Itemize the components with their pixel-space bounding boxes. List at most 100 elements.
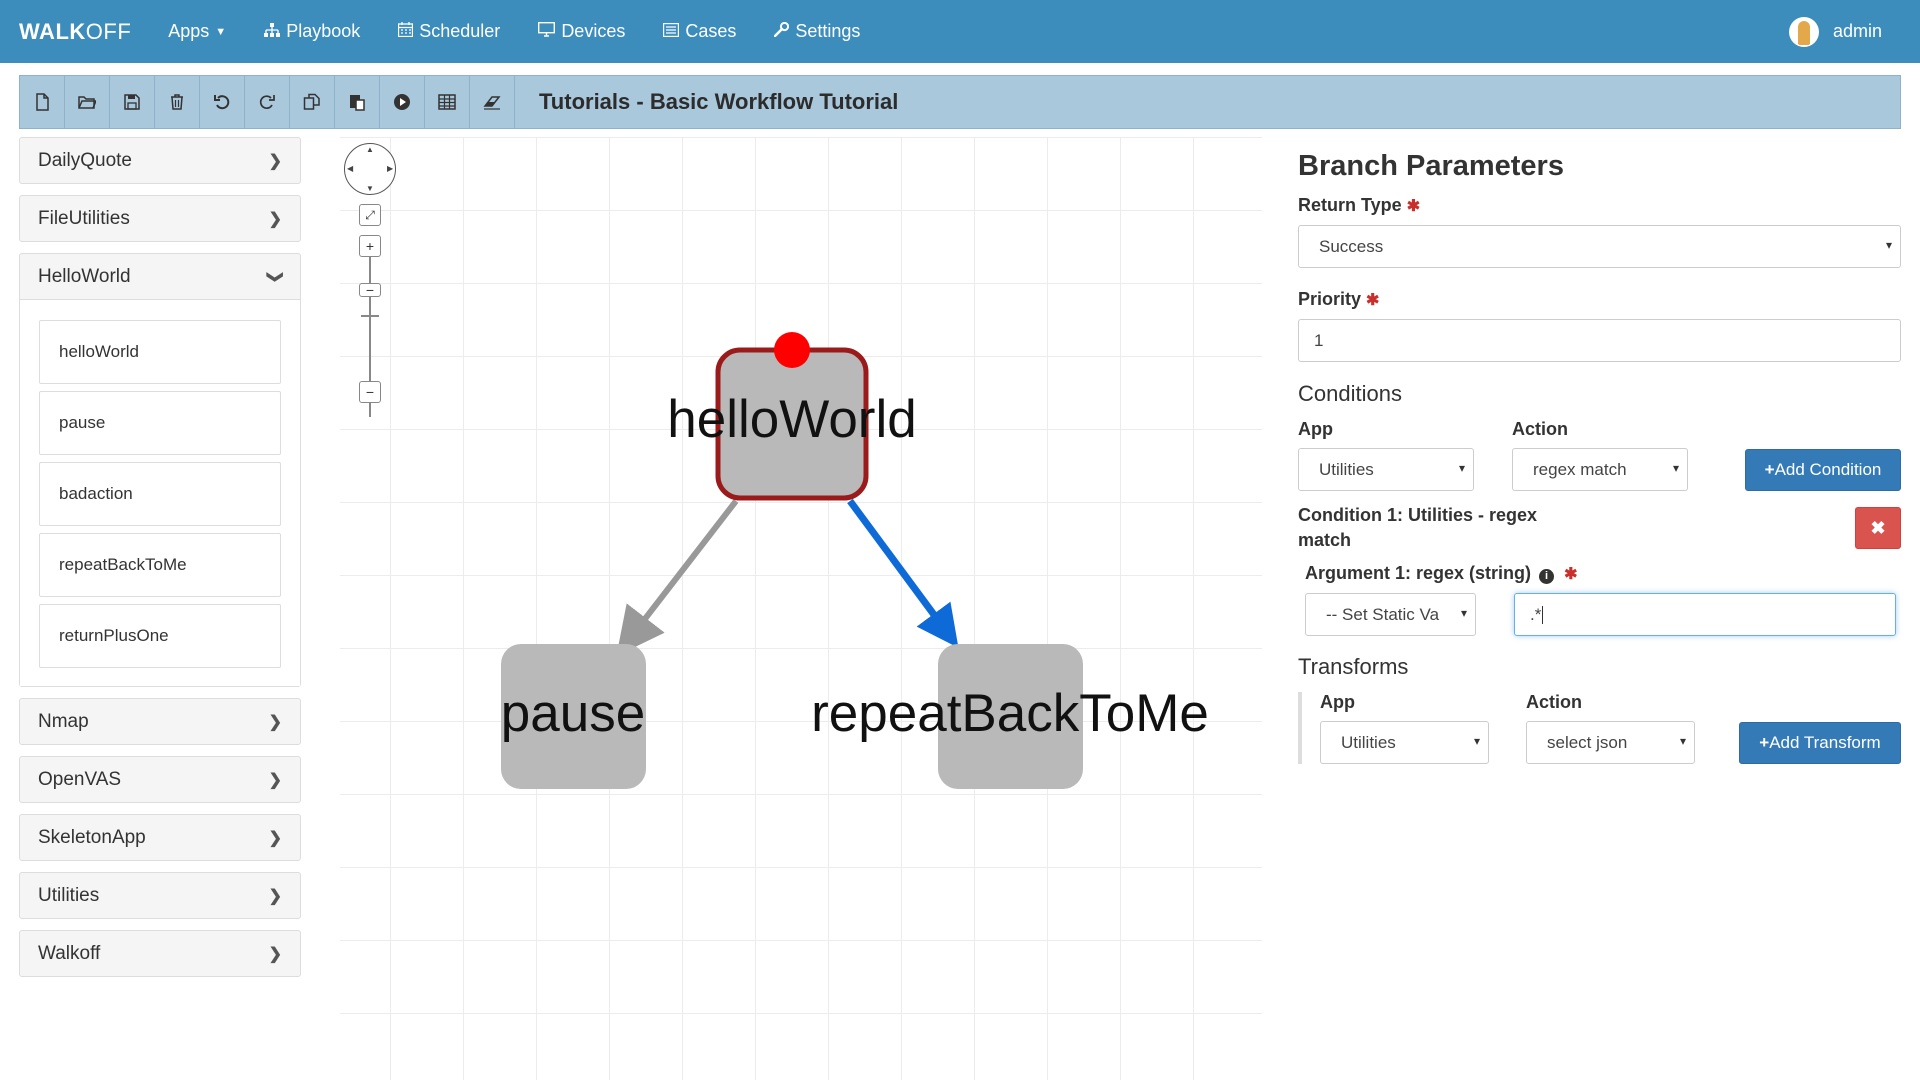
transform-app-select[interactable]: Utilities bbox=[1320, 721, 1489, 764]
app-header-fileutilities[interactable]: FileUtilities ❯ bbox=[20, 196, 300, 241]
list-icon bbox=[663, 22, 680, 41]
redo-button[interactable] bbox=[245, 76, 290, 128]
app-name: SkeletonApp bbox=[38, 826, 146, 848]
priority-input[interactable]: 1 bbox=[1298, 319, 1901, 362]
zoom-slider-handle[interactable]: − bbox=[359, 283, 381, 297]
monitor-icon bbox=[538, 21, 556, 41]
undo-button[interactable] bbox=[200, 76, 245, 128]
workflow-title: Tutorials - Basic Workflow Tutorial bbox=[539, 89, 899, 114]
node-pause[interactable]: pause bbox=[501, 644, 646, 789]
pan-down-icon: ▼ bbox=[366, 184, 374, 193]
edge-helloworld-repeatbacktome[interactable] bbox=[847, 498, 959, 648]
action-item-returnplusone[interactable]: returnPlusOne bbox=[39, 604, 281, 668]
zoom-out-button[interactable]: − bbox=[359, 381, 381, 403]
app-name: Walkoff bbox=[38, 942, 101, 964]
app-header-nmap[interactable]: Nmap ❯ bbox=[20, 699, 300, 744]
save-button[interactable] bbox=[110, 76, 155, 128]
eraser-button[interactable] bbox=[470, 76, 515, 128]
delete-button[interactable] bbox=[155, 76, 200, 128]
transform-action-label: Action bbox=[1526, 692, 1582, 712]
chevron-right-icon: ❯ bbox=[268, 945, 282, 963]
action-item-pause[interactable]: pause bbox=[39, 391, 281, 455]
condition-app-select[interactable]: Utilities bbox=[1298, 448, 1474, 491]
execute-button[interactable] bbox=[380, 76, 425, 128]
app-header-skeletonapp[interactable]: SkeletonApp ❯ bbox=[20, 815, 300, 860]
nav-scheduler[interactable]: Scheduler bbox=[379, 21, 519, 42]
plus-icon: + bbox=[1759, 732, 1770, 752]
argument-label: Argument 1: regex (string) i ✱ bbox=[1305, 563, 1578, 584]
chevron-right-icon: ❯ bbox=[268, 887, 282, 905]
priority-label: Priority ✱ bbox=[1298, 289, 1380, 309]
app-panel-utilities: Utilities ❯ bbox=[19, 872, 301, 919]
table-button[interactable] bbox=[425, 76, 470, 128]
calendar-icon bbox=[398, 22, 414, 41]
node-label: repeatBackToMe bbox=[811, 684, 1209, 743]
info-icon: i bbox=[1539, 569, 1555, 584]
avatar bbox=[1788, 16, 1819, 47]
chevron-down-icon: ❯ bbox=[266, 269, 284, 284]
nav-devices-label: Devices bbox=[561, 21, 626, 41]
app-header-dailyquote[interactable]: DailyQuote ❯ bbox=[20, 138, 300, 183]
transform-action-select[interactable]: select json bbox=[1526, 721, 1695, 764]
app-actions-list: helloWorld pause badaction repeatBackToM… bbox=[20, 299, 300, 686]
add-condition-button[interactable]: + Add Condition bbox=[1745, 448, 1901, 491]
nav-apps[interactable]: Apps ▼ bbox=[149, 21, 245, 42]
user-menu[interactable]: admin bbox=[1788, 16, 1882, 47]
edge-helloworld-pause[interactable] bbox=[616, 499, 739, 656]
app-panel-skeletonapp: SkeletonApp ❯ bbox=[19, 814, 301, 861]
pan-control[interactable]: ▲ ▼ ◀ ▶ bbox=[344, 143, 396, 195]
app-panel-openvas: OpenVAS ❯ bbox=[19, 756, 301, 803]
conditions-title: Conditions bbox=[1298, 381, 1402, 406]
nav-playbook[interactable]: Playbook bbox=[245, 21, 379, 42]
app-header-walkoff[interactable]: Walkoff ❯ bbox=[20, 931, 300, 976]
action-item-badaction[interactable]: badaction bbox=[39, 462, 281, 526]
argument-value-input[interactable]: .* bbox=[1514, 593, 1896, 636]
nav-settings[interactable]: Settings bbox=[755, 21, 879, 42]
app-header-helloworld[interactable]: HelloWorld ❯ bbox=[20, 254, 300, 299]
caret-down-icon: ▼ bbox=[215, 25, 227, 38]
open-folder-button[interactable] bbox=[65, 76, 110, 128]
redo-icon bbox=[259, 95, 275, 110]
return-type-select[interactable]: Success bbox=[1298, 225, 1901, 268]
app-name: Nmap bbox=[38, 710, 89, 732]
app-panel-dailyquote: DailyQuote ❯ bbox=[19, 137, 301, 184]
save-icon bbox=[124, 94, 140, 110]
action-item-repeatbacktome[interactable]: repeatBackToMe bbox=[39, 533, 281, 597]
node-label: helloWorld bbox=[667, 390, 916, 449]
app-header-utilities[interactable]: Utilities ❯ bbox=[20, 873, 300, 918]
workflow-canvas[interactable]: helloWorld pause repeatBackToMe bbox=[340, 137, 1262, 1080]
return-type-label: Return Type ✱ bbox=[1298, 195, 1421, 215]
argument-source-select[interactable]: -- Set Static Va bbox=[1305, 593, 1476, 636]
node-helloworld[interactable]: helloWorld bbox=[667, 332, 917, 501]
add-transform-button[interactable]: + Add Transform bbox=[1739, 721, 1901, 764]
zoom-slider-tick bbox=[361, 315, 379, 317]
app-header-openvas[interactable]: OpenVAS ❯ bbox=[20, 757, 300, 802]
brand-logo[interactable]: WALKOFF bbox=[19, 19, 131, 45]
top-navbar: WALKOFF Apps ▼ Playbook Scheduler Device… bbox=[0, 0, 1920, 63]
fit-to-screen-button[interactable]: ⤢ bbox=[359, 204, 381, 226]
condition-action-select[interactable]: regex match bbox=[1512, 448, 1688, 491]
required-asterisk-icon: ✱ bbox=[1366, 292, 1380, 309]
zoom-in-button[interactable]: + bbox=[359, 235, 381, 257]
new-file-button[interactable] bbox=[20, 76, 65, 128]
condition-action-label: Action bbox=[1512, 419, 1568, 439]
copy-button[interactable] bbox=[290, 76, 335, 128]
transforms-title: Transforms bbox=[1298, 654, 1409, 679]
nav-cases[interactable]: Cases bbox=[644, 21, 755, 42]
username: admin bbox=[1832, 21, 1882, 41]
chevron-right-icon: ❯ bbox=[268, 210, 282, 228]
node-label: pause bbox=[501, 684, 645, 743]
required-asterisk-icon: ✱ bbox=[1564, 566, 1578, 583]
pan-zoom-control: ▲ ▼ ◀ ▶ ⤢ + − − bbox=[344, 143, 396, 417]
app-panel-fileutilities: FileUtilities ❯ bbox=[19, 195, 301, 242]
chevron-right-icon: ❯ bbox=[268, 829, 282, 847]
remove-condition-button[interactable]: ✖ bbox=[1855, 507, 1901, 549]
open-folder-icon bbox=[78, 96, 96, 109]
node-repeatbacktome[interactable]: repeatBackToMe bbox=[811, 644, 1209, 789]
nav-devices[interactable]: Devices bbox=[519, 21, 644, 42]
condition-app-label: App bbox=[1298, 419, 1333, 439]
paste-button[interactable] bbox=[335, 76, 380, 128]
workflow-toolbar: Tutorials - Basic Workflow Tutorial bbox=[19, 75, 1901, 129]
action-item-helloworld[interactable]: helloWorld bbox=[39, 320, 281, 384]
chevron-right-icon: ❯ bbox=[268, 771, 282, 789]
